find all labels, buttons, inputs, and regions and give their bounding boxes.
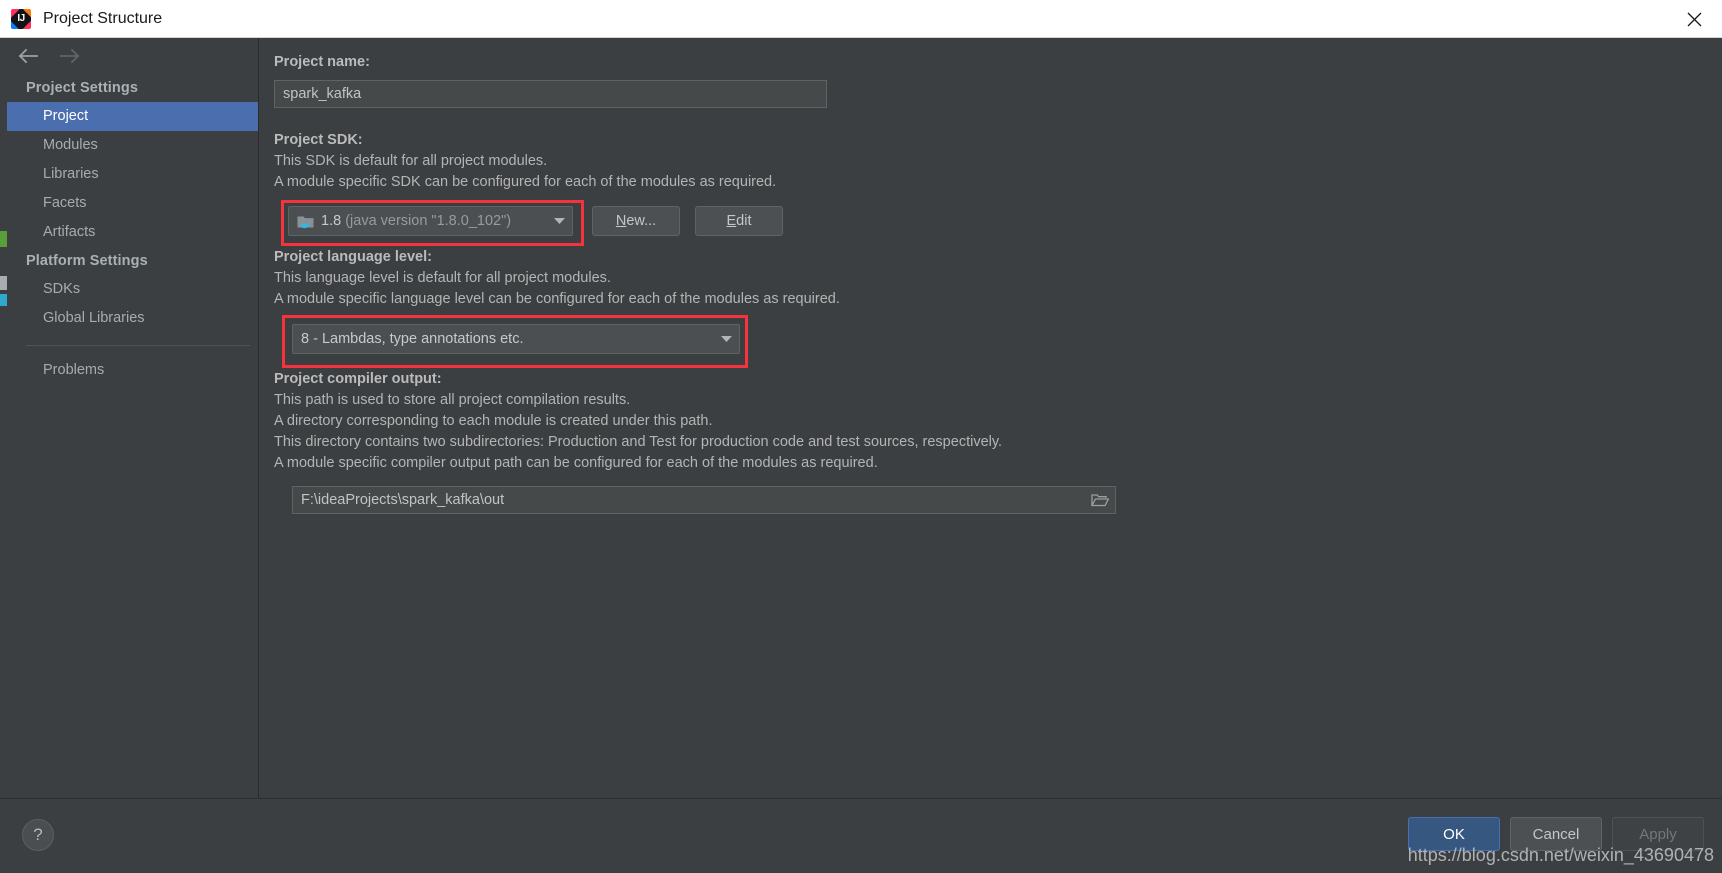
compiler-output-desc-2: A directory corresponding to each module… <box>274 413 713 429</box>
dialog-footer: ? OK Cancel Apply https://blog.csdn.net/… <box>0 798 1722 873</box>
new-sdk-button[interactable]: New... <box>592 206 680 236</box>
sidebar-group-platform-settings: Platform Settings <box>26 253 148 269</box>
edge-mark-cyan <box>0 294 7 306</box>
project-name-label: Project name: <box>274 54 370 70</box>
project-sdk-dropdown[interactable]: 1.8 (java version "1.8.0_102") <box>288 206 573 236</box>
compiler-output-desc-3: This directory contains two subdirectori… <box>274 434 1003 450</box>
compiler-output-label: Project compiler output: <box>274 371 442 387</box>
compiler-output-path-value: F:\ideaProjects\spark_kafka\out <box>301 492 505 508</box>
sidebar-item-modules[interactable]: Modules <box>7 131 258 160</box>
ok-button[interactable]: OK <box>1408 817 1500 851</box>
window-edge-strip <box>0 38 7 798</box>
language-level-desc-2: A module specific language level can be … <box>274 291 840 307</box>
sidebar-item-artifacts[interactable]: Artifacts <box>7 218 258 247</box>
compiler-output-desc-1: This path is used to store all project c… <box>274 392 631 408</box>
project-settings-panel: Project name: spark_kafka Project SDK: T… <box>260 38 1722 798</box>
project-sdk-label: Project SDK: <box>274 132 363 148</box>
java-sdk-folder-icon <box>297 214 314 229</box>
edge-mark-green <box>0 231 7 247</box>
dialog-action-buttons: OK Cancel Apply <box>1408 817 1704 851</box>
cancel-button[interactable]: Cancel <box>1510 817 1602 851</box>
edge-mark-grey <box>0 276 7 290</box>
project-sdk-desc-2: A module specific SDK can be configured … <box>274 174 777 190</box>
settings-sidebar: Project Settings Project Modules Librari… <box>7 38 259 798</box>
help-icon[interactable]: ? <box>22 819 54 851</box>
intellij-idea-logo: IJ <box>11 8 31 29</box>
sidebar-item-global-libraries[interactable]: Global Libraries <box>7 304 258 333</box>
new-sdk-label-rest: ew... <box>626 213 657 229</box>
title-bar: IJ Project Structure <box>0 0 1722 38</box>
edit-sdk-mnemonic: E <box>726 213 737 229</box>
project-sdk-name: 1.8 <box>321 213 342 229</box>
project-sdk-detail: (java version "1.8.0_102") <box>345 213 512 229</box>
sidebar-item-facets[interactable]: Facets <box>7 189 258 218</box>
arrow-left-icon[interactable] <box>15 45 41 67</box>
project-structure-dialog: IJ Project Structure Project Settings Pr… <box>0 0 1722 873</box>
logo-text: IJ <box>17 12 25 24</box>
sidebar-item-project[interactable]: Project <box>7 102 258 131</box>
language-level-label: Project language level: <box>274 249 432 265</box>
arrow-right-icon <box>57 45 83 67</box>
chevron-down-icon <box>553 212 566 230</box>
project-sdk-desc-1: This SDK is default for all project modu… <box>274 153 548 169</box>
edit-sdk-button[interactable]: Edit <box>695 206 783 236</box>
sidebar-item-libraries[interactable]: Libraries <box>7 160 258 189</box>
apply-button: Apply <box>1612 817 1704 851</box>
language-level-dropdown[interactable]: 8 - Lambdas, type annotations etc. <box>292 324 740 354</box>
compiler-output-desc-4: A module specific compiler output path c… <box>274 455 878 471</box>
language-level-desc-1: This language level is default for all p… <box>274 270 611 286</box>
edit-sdk-label-rest: dit <box>736 213 752 229</box>
sidebar-separator <box>26 345 250 346</box>
navigation-arrows <box>7 38 258 74</box>
project-sdk-value: 1.8 (java version "1.8.0_102") <box>321 213 511 229</box>
sidebar-item-problems[interactable]: Problems <box>7 356 258 385</box>
new-sdk-mnemonic: N <box>615 213 627 229</box>
folder-browse-icon[interactable] <box>1091 493 1109 507</box>
language-level-value: 8 - Lambdas, type annotations etc. <box>301 331 524 347</box>
sidebar-item-sdks[interactable]: SDKs <box>7 275 258 304</box>
project-name-input[interactable]: spark_kafka <box>274 80 827 108</box>
compiler-output-path-field[interactable]: F:\ideaProjects\spark_kafka\out <box>292 486 1116 514</box>
chevron-down-icon <box>720 330 733 348</box>
window-title: Project Structure <box>43 9 163 27</box>
sidebar-group-project-settings: Project Settings <box>26 80 138 96</box>
close-icon[interactable] <box>1666 0 1722 38</box>
